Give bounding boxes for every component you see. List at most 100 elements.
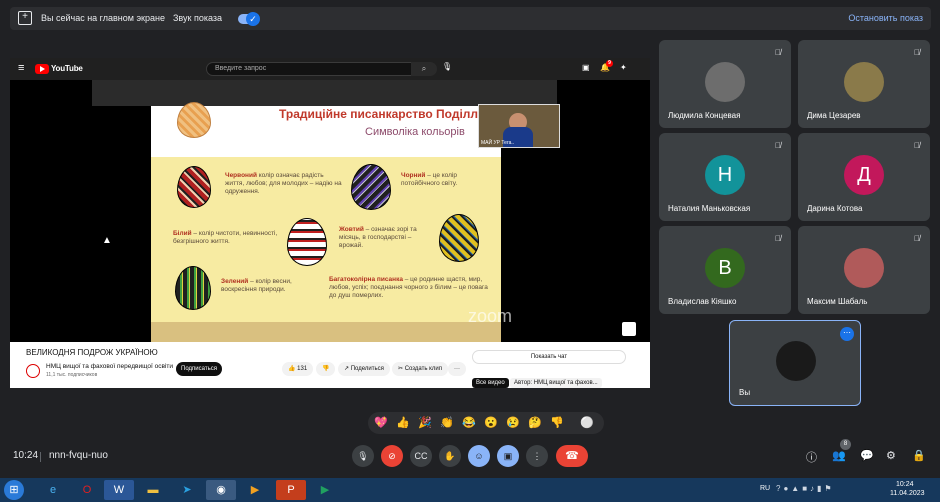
- more-options-icon[interactable]: ⋮: [526, 445, 548, 467]
- file-explorer-icon[interactable]: ▬: [138, 480, 168, 500]
- mic-off-icon: 🎙̸: [914, 234, 920, 243]
- reactions-bar: 💖 👍 🎉 👏 😂 😮 😢 🤔 👎 ⚪: [368, 412, 604, 434]
- red-color-text: Червоний колір означає радість життя, лю…: [225, 172, 342, 195]
- participant-tile[interactable]: 🎙̸ Н Наталия Маньковская: [659, 133, 791, 221]
- surprise-reaction-icon[interactable]: 😮: [484, 416, 498, 430]
- black-color-text: Чорний – це колір потойбічного світу.: [401, 172, 458, 187]
- participant-tile[interactable]: 🎙̸ Дима Цезарев: [798, 40, 930, 128]
- check-icon: ✓: [246, 12, 260, 26]
- show-chat-button[interactable]: Показать чат: [472, 350, 626, 364]
- mic-off-icon: 🎙̸: [775, 234, 781, 243]
- tray-date[interactable]: 11.04.2023: [890, 490, 925, 497]
- participant-name: Дарина Котова: [807, 204, 863, 213]
- create-video-icon[interactable]: ▣: [582, 63, 590, 72]
- clap-reaction-icon[interactable]: 👏: [440, 416, 454, 430]
- heart-reaction-icon[interactable]: 💖: [374, 416, 388, 430]
- start-icon[interactable]: ⊞: [4, 480, 24, 500]
- youtube-search-input[interactable]: Введите запрос: [206, 62, 436, 76]
- participant-tile[interactable]: 🎙̸ Людмила Концевая: [659, 40, 791, 128]
- channel-watermark-icon: [622, 322, 636, 336]
- more-options-icon[interactable]: ⋯: [840, 327, 854, 341]
- clip-button[interactable]: ✂ Создать клип: [392, 362, 448, 376]
- info-icon[interactable]: ⓘ: [806, 449, 817, 465]
- sharing-status-text: Вы сейчас на главном экране: [41, 13, 165, 23]
- activities-icon[interactable]: ⚙: [886, 449, 896, 462]
- mic-off-icon: 🎙̸: [914, 48, 920, 57]
- slide-title: Традиційне писанкарство Поділля: [279, 107, 486, 121]
- reactions-icon[interactable]: ☺: [468, 445, 490, 467]
- meet-icon[interactable]: ▶: [310, 480, 340, 500]
- slide-header: Традиційне писанкарство Поділля Символік…: [151, 102, 501, 157]
- microphone-icon[interactable]: 🎙: [352, 445, 374, 467]
- sound-toggle[interactable]: ✓: [238, 12, 260, 26]
- dislike-button[interactable]: 👎: [316, 362, 336, 376]
- word-icon[interactable]: W: [104, 480, 134, 500]
- video-player[interactable]: Традиційне писанкарство Поділля Символік…: [10, 80, 650, 342]
- camera-off-icon[interactable]: ⊘: [381, 445, 403, 467]
- youtube-logo-icon[interactable]: [35, 64, 49, 74]
- avatar: Д: [844, 155, 884, 195]
- tab-author[interactable]: Автор: НМЦ вищої та фахов...: [510, 378, 602, 388]
- laugh-reaction-icon[interactable]: 😂: [462, 416, 476, 430]
- os-taskbar: ⊞ e O W ▬ ➤ ◉ ▶ P ▶ RU ?●▲■♪▮⚑ 10:24 11.…: [0, 478, 940, 502]
- internet-explorer-icon[interactable]: e: [38, 480, 68, 500]
- chrome-icon[interactable]: ◉: [206, 480, 236, 500]
- participant-tile[interactable]: 🎙̸ Максим Шабаль: [798, 226, 930, 314]
- end-call-icon[interactable]: ☎: [556, 445, 588, 467]
- thumbs-up-reaction-icon[interactable]: 👍: [396, 416, 410, 430]
- thinking-reaction-icon[interactable]: 🤔: [528, 416, 542, 430]
- participant-name: Дима Цезарев: [807, 111, 861, 120]
- system-tray-icons[interactable]: ?●▲■♪▮⚑: [776, 484, 835, 493]
- voice-search-icon[interactable]: 🎙: [442, 62, 452, 71]
- participant-name: Наталия Маньковская: [668, 204, 751, 213]
- webcam-label: МАЙ УР Тега..: [481, 140, 515, 146]
- language-indicator[interactable]: RU: [760, 485, 770, 492]
- youtube-header: ≡ YouTube Введите запрос ⌕ 🎙 ▣ 🔔 9 ✦: [10, 58, 650, 80]
- notification-badge: 9: [606, 60, 613, 67]
- participant-tile[interactable]: 🎙̸ В Владислав Кіяшко: [659, 226, 791, 314]
- skin-tone-icon[interactable]: ⚪: [580, 416, 594, 430]
- sharing-bar: + Вы сейчас на главном экране Звук показ…: [10, 7, 931, 30]
- avatar: В: [705, 248, 745, 288]
- tab-all-videos[interactable]: Все видео: [472, 378, 509, 388]
- search-icon[interactable]: ⌕: [411, 62, 437, 76]
- notifications-icon[interactable]: 🔔 9: [600, 60, 613, 72]
- tray-time[interactable]: 10:24: [896, 481, 914, 488]
- participant-tile[interactable]: 🎙̸ Д Дарина Котова: [798, 133, 930, 221]
- video-info: ВЕЛИКОДНЯ ПОДРОЖ УКРАЇНОЮ НМЦ вищої та ф…: [10, 342, 650, 388]
- share-button[interactable]: ↗ Поделиться: [338, 362, 390, 376]
- youtube-logo-text: YouTube: [51, 64, 83, 73]
- channel-name[interactable]: НМЦ вищої та фахової передвищої освіти: [46, 363, 173, 370]
- avatar: Н: [705, 155, 745, 195]
- powerpoint-icon[interactable]: P: [276, 480, 306, 500]
- thumbs-down-reaction-icon[interactable]: 👎: [550, 416, 564, 430]
- media-player-icon[interactable]: ▶: [240, 480, 270, 500]
- stop-sharing-button[interactable]: Остановить показ: [848, 13, 923, 23]
- telegram-icon[interactable]: ➤: [172, 480, 202, 500]
- green-egg-image: [175, 266, 211, 310]
- channel-avatar[interactable]: [26, 364, 40, 378]
- present-icon[interactable]: ▣: [497, 445, 519, 467]
- chat-icon[interactable]: 💬: [860, 449, 874, 462]
- participant-name: Людмила Концевая: [668, 111, 741, 120]
- host-controls-icon[interactable]: 🔒: [912, 449, 926, 462]
- like-button[interactable]: 👍 131: [282, 362, 314, 376]
- sad-reaction-icon[interactable]: 😢: [506, 416, 520, 430]
- divider: [40, 452, 41, 462]
- meeting-code: nnn-fvqu-nuo: [49, 450, 108, 461]
- present-screen-icon: +: [18, 11, 32, 25]
- menu-icon[interactable]: ≡: [18, 62, 24, 74]
- party-reaction-icon[interactable]: 🎉: [418, 416, 432, 430]
- self-tile[interactable]: ⋯ Вы: [729, 320, 861, 406]
- people-icon[interactable]: 👥: [832, 449, 846, 462]
- raise-hand-icon[interactable]: ✋: [439, 445, 461, 467]
- more-actions-button[interactable]: ···: [448, 362, 466, 376]
- video-title: ВЕЛИКОДНЯ ПОДРОЖ УКРАЇНОЮ: [26, 348, 158, 357]
- participant-name: Максим Шабаль: [807, 297, 868, 306]
- captions-icon[interactable]: CC: [410, 445, 432, 467]
- share-icon: ↗: [344, 366, 351, 372]
- opera-icon[interactable]: O: [72, 480, 102, 500]
- subscribe-button[interactable]: Подписаться: [176, 362, 222, 376]
- sound-label: Звук показа: [173, 13, 223, 23]
- account-icon[interactable]: ✦: [620, 63, 627, 72]
